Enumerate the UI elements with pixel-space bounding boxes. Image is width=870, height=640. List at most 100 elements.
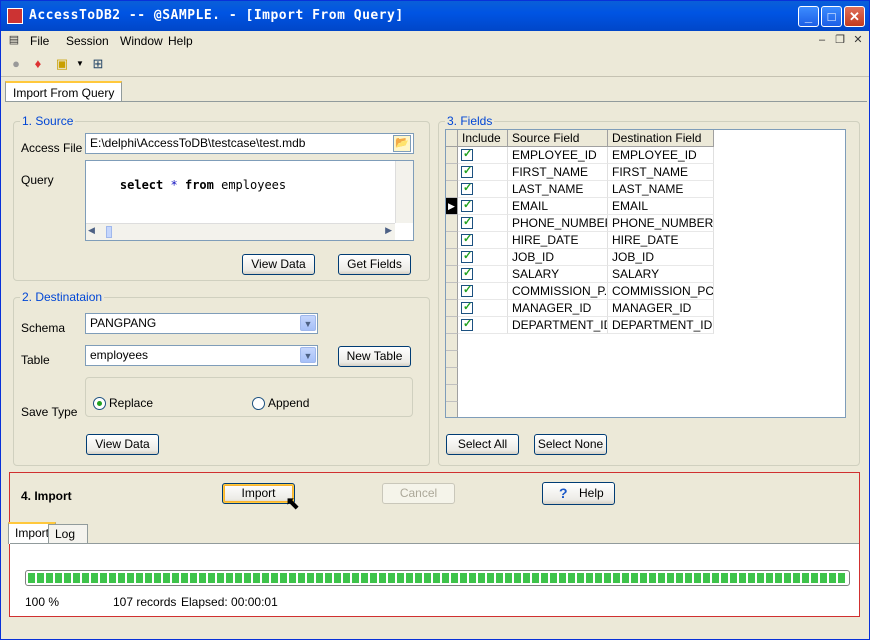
source-view-data-button[interactable]: View Data <box>242 254 315 275</box>
help-button[interactable]: ? Help <box>542 482 615 505</box>
source-field-cell[interactable]: SALARY <box>508 266 608 283</box>
destination-field-cell[interactable]: FIRST_NAME <box>608 164 714 181</box>
row-indicator[interactable]: ▶ <box>446 198 458 215</box>
include-cell[interactable] <box>458 266 508 283</box>
source-field-cell[interactable]: COMMISSION_P... <box>508 283 608 300</box>
menu-session[interactable]: Session <box>66 34 109 48</box>
include-checkbox[interactable] <box>461 317 473 331</box>
destination-view-data-button[interactable]: View Data <box>86 434 159 455</box>
destination-field-cell[interactable]: PHONE_NUMBER <box>608 215 714 232</box>
column-header-include[interactable]: Include <box>458 130 508 147</box>
column-header-source-field[interactable]: Source Field <box>508 130 608 147</box>
source-field-cell[interactable]: JOB_ID <box>508 249 608 266</box>
chevron-down-icon[interactable]: ▼ <box>71 55 89 73</box>
row-indicator[interactable] <box>446 147 458 164</box>
row-indicator[interactable] <box>446 300 458 317</box>
source-field-cell[interactable]: EMAIL <box>508 198 608 215</box>
tab-log[interactable]: Log <box>48 524 88 544</box>
query-horizontal-scrollbar[interactable]: ◀ ▶ <box>86 223 395 240</box>
include-checkbox[interactable] <box>461 181 473 195</box>
column-header-destination-field[interactable]: Destination Field <box>608 130 714 147</box>
app-icon[interactable] <box>7 8 23 24</box>
destination-field-cell[interactable]: JOB_ID <box>608 249 714 266</box>
scroll-thumb[interactable] <box>106 226 112 238</box>
scroll-left-icon[interactable]: ◀ <box>88 225 95 236</box>
include-cell[interactable] <box>458 283 508 300</box>
destination-field-cell[interactable]: SALARY <box>608 266 714 283</box>
source-field-cell[interactable]: MANAGER_ID <box>508 300 608 317</box>
include-cell[interactable] <box>458 198 508 215</box>
destination-field-cell[interactable]: EMPLOYEE_ID <box>608 147 714 164</box>
query-vertical-scrollbar[interactable] <box>395 161 413 223</box>
row-indicator[interactable] <box>446 266 458 283</box>
minimize-button[interactable]: _ <box>798 6 819 27</box>
destination-field-cell[interactable]: MANAGER_ID <box>608 300 714 317</box>
destination-field-cell[interactable]: EMAIL <box>608 198 714 215</box>
include-checkbox[interactable] <box>461 232 473 246</box>
include-cell[interactable] <box>458 181 508 198</box>
include-cell[interactable] <box>458 300 508 317</box>
mdi-close-icon[interactable]: ✕ <box>851 33 865 47</box>
source-field-cell[interactable]: HIRE_DATE <box>508 232 608 249</box>
close-button[interactable]: ✕ <box>844 6 865 27</box>
source-field-cell[interactable]: LAST_NAME <box>508 181 608 198</box>
browse-folder-icon[interactable]: 📂 <box>393 135 411 152</box>
destination-field-cell[interactable]: DEPARTMENT_ID <box>608 317 714 334</box>
document-icon[interactable]: ▤ <box>7 33 21 47</box>
source-field-cell[interactable]: FIRST_NAME <box>508 164 608 181</box>
replace-label[interactable]: Replace <box>109 396 153 410</box>
mdi-restore-icon[interactable]: ❐ <box>833 33 847 47</box>
menu-file[interactable]: File <box>30 34 49 48</box>
source-field-cell[interactable]: EMPLOYEE_ID <box>508 147 608 164</box>
include-checkbox[interactable] <box>461 147 473 161</box>
mdi-minimize-icon[interactable]: – <box>815 33 829 47</box>
destination-field-cell[interactable]: HIRE_DATE <box>608 232 714 249</box>
cancel-button[interactable]: Cancel <box>382 483 455 504</box>
include-checkbox[interactable] <box>461 198 473 212</box>
row-indicator[interactable] <box>446 249 458 266</box>
new-table-button[interactable]: New Table <box>338 346 411 367</box>
import-wizard-icon[interactable]: ▣ <box>53 55 71 73</box>
row-indicator[interactable] <box>446 283 458 300</box>
table-select[interactable]: employees ▼ <box>85 345 318 366</box>
fields-grid[interactable]: Include Source Field Destination Field E… <box>445 129 846 418</box>
get-fields-button[interactable]: Get Fields <box>338 254 411 275</box>
access-file-input[interactable]: E:\delphi\AccessToDB\testcase\test.mdb <box>85 133 414 154</box>
maximize-button[interactable]: □ <box>821 6 842 27</box>
scroll-right-icon[interactable]: ▶ <box>385 225 392 236</box>
menu-help[interactable]: Help <box>168 34 193 48</box>
menu-window[interactable]: Window <box>120 34 163 48</box>
include-cell[interactable] <box>458 317 508 334</box>
include-checkbox[interactable] <box>461 300 473 314</box>
replace-radio[interactable] <box>93 397 106 410</box>
include-checkbox[interactable] <box>461 215 473 229</box>
include-cell[interactable] <box>458 164 508 181</box>
include-cell[interactable] <box>458 215 508 232</box>
row-indicator[interactable] <box>446 317 458 334</box>
source-field-cell[interactable]: DEPARTMENT_ID <box>508 317 608 334</box>
include-cell[interactable] <box>458 147 508 164</box>
include-checkbox[interactable] <box>461 164 473 178</box>
title-bar[interactable]: AccessToDB2 -- @SAMPLE. - [Import From Q… <box>1 1 869 31</box>
destination-field-cell[interactable]: COMMISSION_PCT <box>608 283 714 300</box>
include-checkbox[interactable] <box>461 283 473 297</box>
disconnect-icon[interactable]: ♦ <box>29 55 47 73</box>
append-radio[interactable] <box>252 397 265 410</box>
chevron-down-icon[interactable]: ▼ <box>300 315 316 331</box>
schema-icon[interactable]: ⊞ <box>89 55 107 73</box>
row-indicator[interactable] <box>446 232 458 249</box>
chevron-down-icon[interactable]: ▼ <box>300 347 316 363</box>
row-indicator[interactable] <box>446 164 458 181</box>
append-label[interactable]: Append <box>268 396 309 410</box>
schema-select[interactable]: PANGPANG ▼ <box>85 313 318 334</box>
connect-icon[interactable]: ● <box>7 55 25 73</box>
row-indicator[interactable] <box>446 181 458 198</box>
select-none-button[interactable]: Select None <box>534 434 607 455</box>
destination-field-cell[interactable]: LAST_NAME <box>608 181 714 198</box>
source-field-cell[interactable]: PHONE_NUMBER <box>508 215 608 232</box>
include-cell[interactable] <box>458 249 508 266</box>
select-all-button[interactable]: Select All <box>446 434 519 455</box>
row-indicator[interactable] <box>446 215 458 232</box>
include-checkbox[interactable] <box>461 266 473 280</box>
include-checkbox[interactable] <box>461 249 473 263</box>
